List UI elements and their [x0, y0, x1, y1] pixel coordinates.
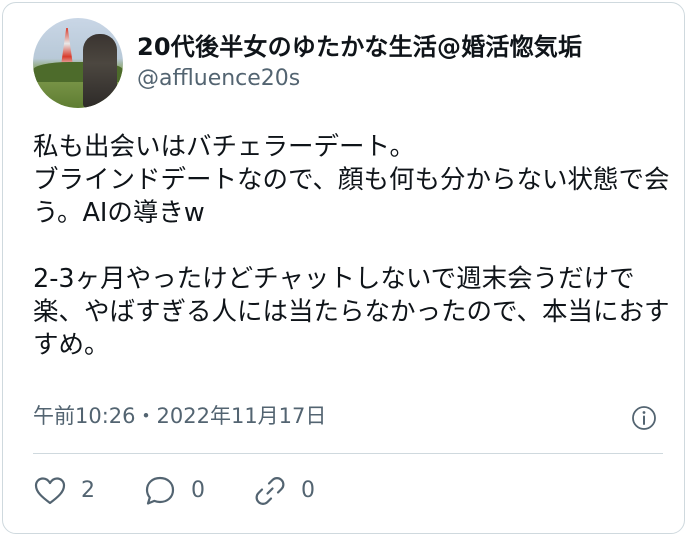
- tweet-header: 20代後半女のゆたかな生活@婚活惚気垢 @affluence20s: [33, 17, 582, 109]
- info-icon[interactable]: [631, 405, 657, 431]
- reply-button[interactable]: 0: [143, 474, 205, 508]
- like-count: 2: [81, 478, 95, 503]
- tweet-timestamp[interactable]: 午前10:26・2022年11月17日: [33, 399, 326, 433]
- display-name[interactable]: 20代後半女のゆたかな生活@婚活惚気垢: [137, 32, 582, 62]
- divider: [33, 453, 663, 454]
- tweet-actions: 2 0 0: [33, 469, 363, 513]
- share-count: 0: [301, 478, 315, 503]
- reply-count: 0: [191, 478, 205, 503]
- heart-icon: [34, 477, 66, 505]
- share-link-button[interactable]: 0: [253, 474, 315, 508]
- speech-bubble-icon: [145, 476, 175, 505]
- like-button[interactable]: 2: [33, 474, 95, 508]
- tweet-card: 20代後半女のゆたかな生活@婚活惚気垢 @affluence20s 私も出会いは…: [2, 2, 685, 534]
- avatar[interactable]: [33, 18, 123, 108]
- tweet-text: 私も出会いはバチェラーデート。 ブラインドデートなので、顔も何も分からない状態で…: [33, 132, 670, 360]
- avatar-person-shape: [83, 34, 117, 108]
- user-names: 20代後半女のゆたかな生活@婚活惚気垢 @affluence20s: [137, 32, 582, 94]
- user-handle[interactable]: @affluence20s: [137, 64, 582, 94]
- link-icon: [255, 477, 285, 505]
